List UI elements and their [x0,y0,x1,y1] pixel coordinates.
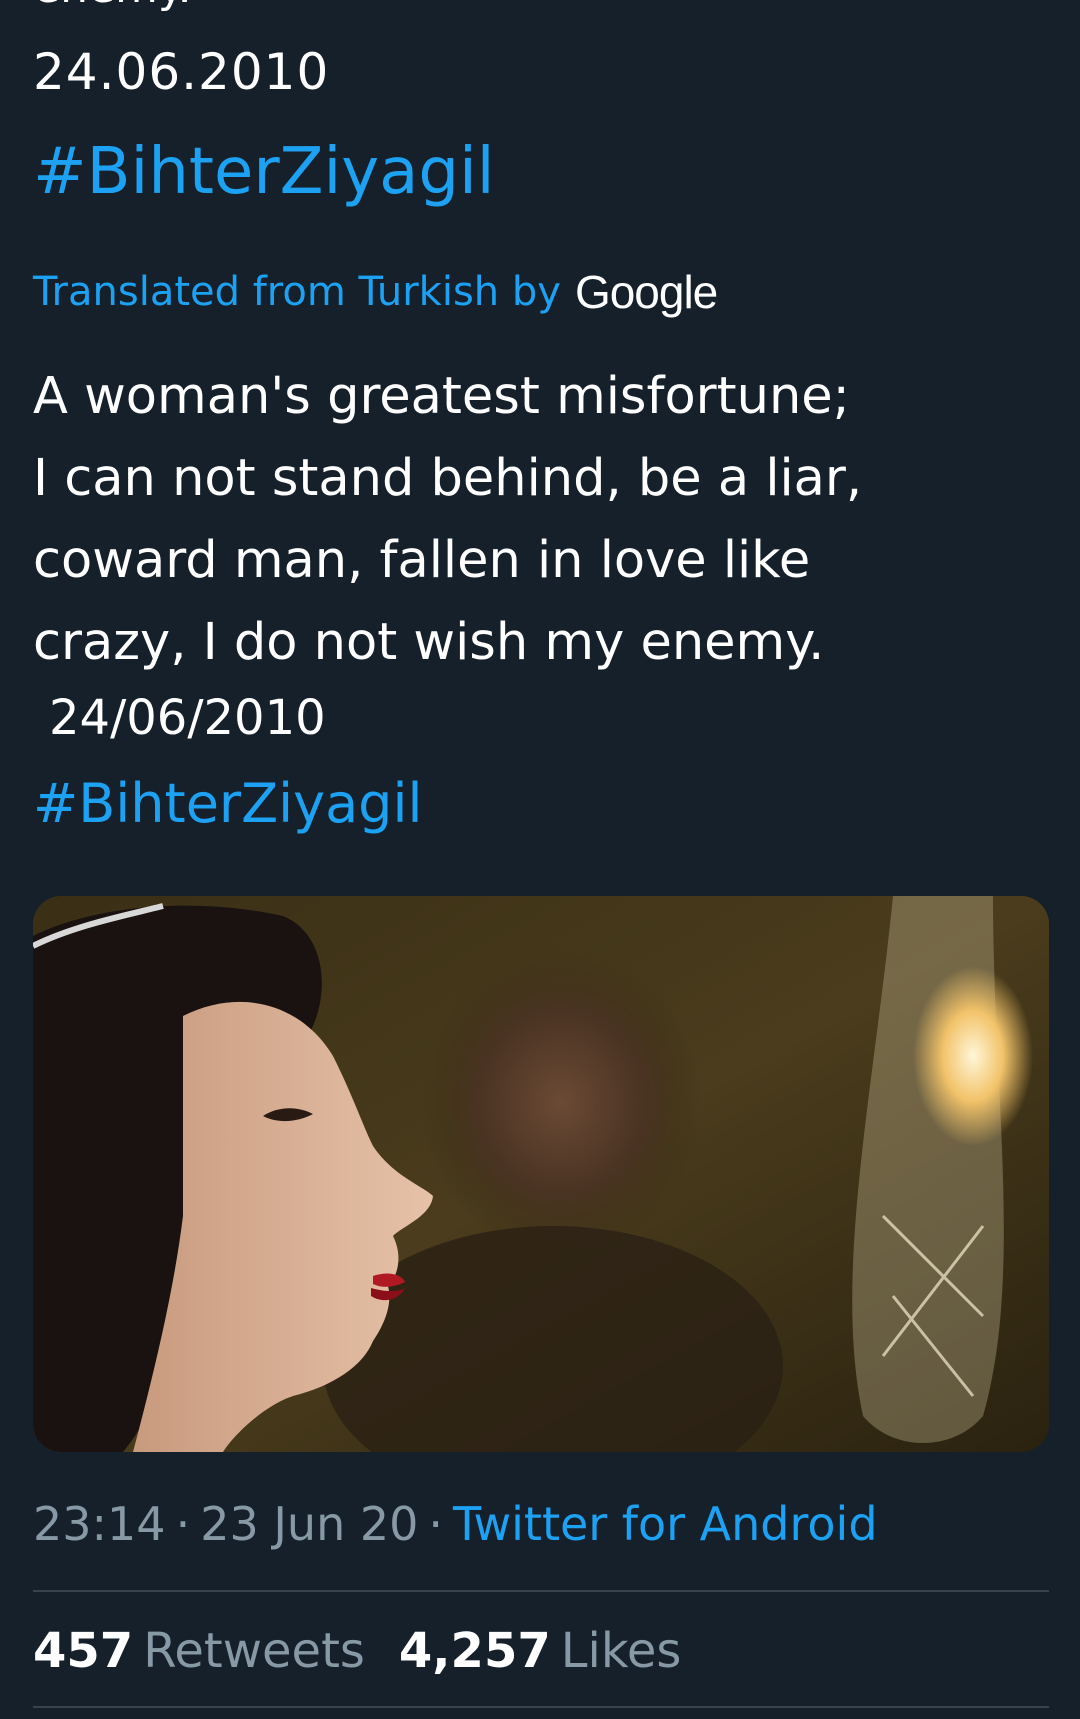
translated-line: coward man, fallen in love like [33,531,811,590]
retweets-stat[interactable]: 457 Retweets [33,1623,365,1679]
translated-line: I can not stand behind, be a liar, [33,449,863,508]
tweet-date: 23 Jun 20 [200,1497,419,1551]
original-date-text: 24.06.2010 [33,43,330,101]
translated-from-link[interactable]: Translated from Turkish by [33,264,561,320]
retweets-count: 457 [33,1623,134,1679]
truncated-original-text: enemy. [33,0,192,10]
likes-label: Likes [560,1623,682,1679]
likes-count: 4,257 [398,1623,551,1679]
tweet-time: 23:14 [33,1497,166,1551]
translated-date-text: 24/06/2010 [49,690,326,746]
divider [33,1706,1049,1708]
google-logo: Google [574,266,718,318]
translated-text: A woman's greatest misfortune; I can not… [33,356,1049,684]
translated-line: crazy, I do not wish my enemy. [33,613,825,672]
translation-attribution: Translated from Turkish by Google [33,264,718,320]
tweet-photo[interactable] [33,896,1049,1452]
translated-line: A woman's greatest misfortune; [33,367,850,426]
divider [33,1590,1049,1592]
tweet-stats: 457 Retweets 4,257 Likes [33,1618,681,1684]
meta-separator: · [428,1497,444,1551]
likes-stat[interactable]: 4,257 Likes [399,1623,682,1679]
retweets-label: Retweets [143,1623,365,1679]
translated-hashtag-link[interactable]: #BihterZiyagil [33,768,422,840]
photo-illustration [33,896,1049,1452]
tweet-meta: 23:14 · 23 Jun 20 · Twitter for Android [33,1492,878,1556]
original-hashtag-link[interactable]: #BihterZiyagil [33,132,495,212]
meta-separator: · [175,1497,191,1551]
tweet-source-link[interactable]: Twitter for Android [453,1497,878,1551]
